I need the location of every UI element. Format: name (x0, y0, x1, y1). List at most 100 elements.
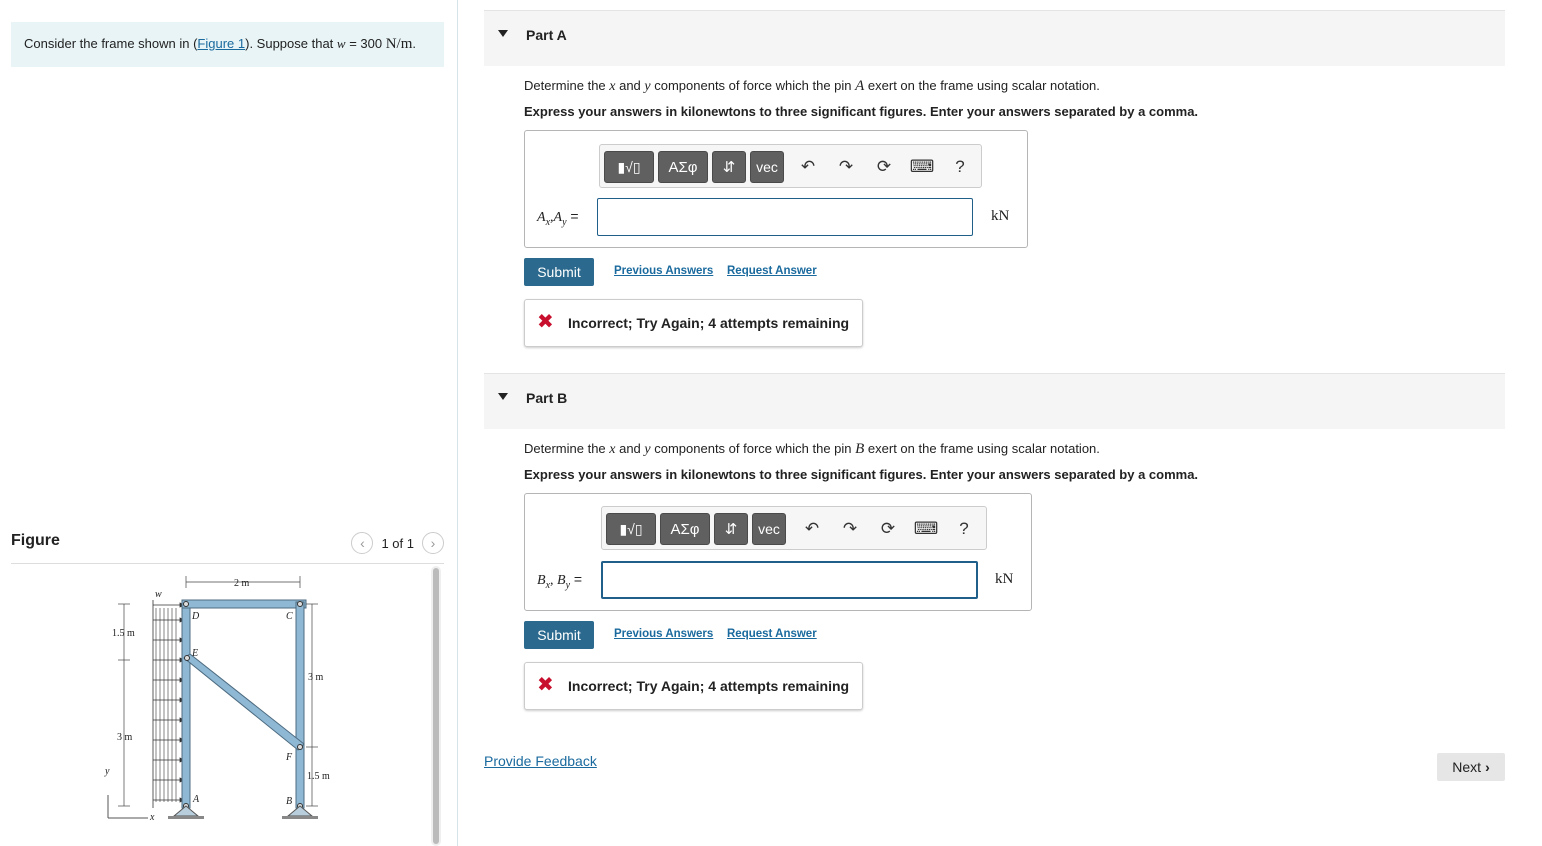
figure-link[interactable]: Figure 1 (197, 36, 245, 51)
help-icon[interactable]: ? (952, 517, 976, 541)
part-a-submit-button[interactable]: Submit (524, 258, 594, 286)
templates-button[interactable]: ▮√▯ (606, 513, 656, 545)
part-a-answer-label: Ax,Ay = (537, 208, 579, 228)
q-text: and (615, 441, 645, 456)
label-eq: = (566, 208, 579, 224)
part-b-question: Determine the x and y components of forc… (524, 441, 1100, 458)
q-text: components of force which the pin (650, 78, 856, 93)
member-cb (295, 601, 305, 809)
vec-button[interactable]: vec (750, 151, 784, 183)
label-d: D (191, 611, 200, 622)
label-c: C (286, 611, 293, 622)
chevron-right-icon: › (1485, 759, 1490, 775)
next-label: Next (1452, 759, 1482, 775)
q-text: exert on the frame using scalar notation… (864, 78, 1100, 93)
feedback-message: Incorrect; Try Again; 4 attempts remaini… (568, 315, 850, 331)
part-a-previous-answers-link[interactable]: Previous Answers (614, 265, 713, 277)
figure-title: Figure (11, 532, 60, 549)
collapse-triangle-icon[interactable] (498, 30, 508, 37)
figure-pager-text: 1 of 1 (381, 535, 414, 551)
part-b-answer-box: ▮√▯ ΑΣφ ⇵ vec ↶ ↷ ⟳ ⌨ ? Bx, By = kN (524, 493, 1032, 611)
prev-figure-button[interactable]: ‹ (351, 532, 374, 554)
part-a-unit: kN (991, 208, 1010, 224)
part-b-unit: kN (995, 571, 1014, 587)
part-b-answer-input[interactable] (601, 561, 978, 599)
greek-button[interactable]: ΑΣφ (660, 513, 710, 545)
label-var: B (537, 573, 546, 588)
label-w: w (155, 589, 162, 600)
redo-icon[interactable]: ↷ (834, 155, 858, 179)
part-b-answer-label: Bx, By = (537, 571, 582, 591)
provide-feedback-link[interactable]: Provide Feedback (484, 753, 597, 769)
problem-statement: Consider the frame shown in (Figure 1). … (11, 22, 444, 67)
problem-var: w (336, 36, 346, 51)
label-b: B (286, 796, 292, 807)
math-toolbar: ▮√▯ ΑΣφ ⇵ vec ↶ ↷ ⟳ ⌨ ? (601, 506, 987, 550)
part-b-request-answer-link[interactable]: Request Answer (727, 628, 817, 640)
problem-text: Consider the frame shown in ( (24, 36, 198, 51)
part-a-answer-input[interactable] (597, 198, 973, 236)
part-b-feedback: ✖ Incorrect; Try Again; 4 attempts remai… (524, 662, 863, 710)
label-dim-3-right: 3 m (308, 672, 324, 683)
label-x: x (149, 812, 155, 823)
chevron-right-icon: › (430, 535, 436, 551)
undo-icon[interactable]: ↶ (796, 155, 820, 179)
q-text: Determine the (524, 78, 610, 93)
q-text: and (615, 78, 645, 93)
part-b-title: Part B (526, 390, 568, 406)
next-figure-button[interactable]: › (422, 532, 444, 554)
undo-icon[interactable]: ↶ (800, 517, 824, 541)
q-pin: A (855, 78, 865, 94)
label-var: A (553, 210, 563, 225)
part-b-submit-button[interactable]: Submit (524, 621, 594, 649)
label-dim-15-right: 1.5 m (307, 771, 330, 782)
q-pin: B (855, 441, 865, 457)
label-dim-top: 2 m (234, 578, 250, 589)
reset-icon[interactable]: ⟳ (872, 155, 896, 179)
q-text: Determine the (524, 441, 610, 456)
help-icon[interactable]: ? (948, 155, 972, 179)
keyboard-icon[interactable]: ⌨ (914, 517, 939, 541)
incorrect-x-icon: ✖ (537, 311, 554, 333)
part-a-title: Part A (526, 27, 567, 43)
collapse-triangle-icon[interactable] (498, 393, 508, 400)
part-b-previous-answers-link[interactable]: Previous Answers (614, 628, 713, 640)
reset-icon[interactable]: ⟳ (876, 517, 900, 541)
problem-unit: N/m (385, 36, 413, 52)
member-ef (183, 653, 305, 751)
member-ad (181, 601, 191, 809)
left-panel: Consider the frame shown in (Figure 1). … (0, 0, 458, 846)
figure-pager: ‹ 1 of 1 › (351, 532, 444, 554)
member-dc (181, 599, 307, 609)
label-e: E (191, 648, 198, 659)
load-arrows (153, 602, 185, 803)
part-a-header[interactable]: Part A (484, 10, 1505, 66)
figure-header: Figure ‹ 1 of 1 › (11, 530, 444, 564)
part-a-answer-box: ▮√▯ ΑΣφ ⇵ vec ↶ ↷ ⟳ ⌨ ? Ax,Ay = kN (524, 130, 1028, 248)
incorrect-x-icon: ✖ (537, 674, 554, 696)
redo-icon[interactable]: ↷ (838, 517, 862, 541)
part-a-instructions: Express your answers in kilonewtons to t… (524, 104, 1199, 119)
label-y: y (104, 766, 110, 777)
next-button[interactable]: Next › (1437, 753, 1505, 781)
part-b-header[interactable]: Part B (484, 373, 1505, 429)
figure-scrollbar[interactable] (431, 566, 441, 846)
part-a-feedback: ✖ Incorrect; Try Again; 4 attempts remai… (524, 299, 863, 347)
keyboard-icon[interactable]: ⌨ (910, 155, 935, 179)
templates-button[interactable]: ▮√▯ (604, 151, 654, 183)
problem-value: = 300 (345, 36, 386, 51)
arrows-button[interactable]: ⇵ (714, 513, 748, 545)
label-var: B (557, 573, 566, 588)
math-toolbar: ▮√▯ ΑΣφ ⇵ vec ↶ ↷ ⟳ ⌨ ? (599, 144, 982, 188)
vec-button[interactable]: vec (752, 513, 786, 545)
part-b-instructions: Express your answers in kilonewtons to t… (524, 467, 1199, 482)
frame-diagram: 2 m w 1.5 m 3 m 3 m 1.5 m D C E F A B x … (104, 576, 330, 823)
part-a-request-answer-link[interactable]: Request Answer (727, 265, 817, 277)
arrows-button[interactable]: ⇵ (712, 151, 746, 183)
greek-button[interactable]: ΑΣφ (658, 151, 708, 183)
figure-scrollbar-thumb[interactable] (433, 568, 439, 844)
label-var: A (537, 210, 546, 225)
problem-end: . (412, 36, 416, 51)
label-eq: = (570, 571, 583, 587)
label-dim-3-left: 3 m (117, 732, 133, 743)
